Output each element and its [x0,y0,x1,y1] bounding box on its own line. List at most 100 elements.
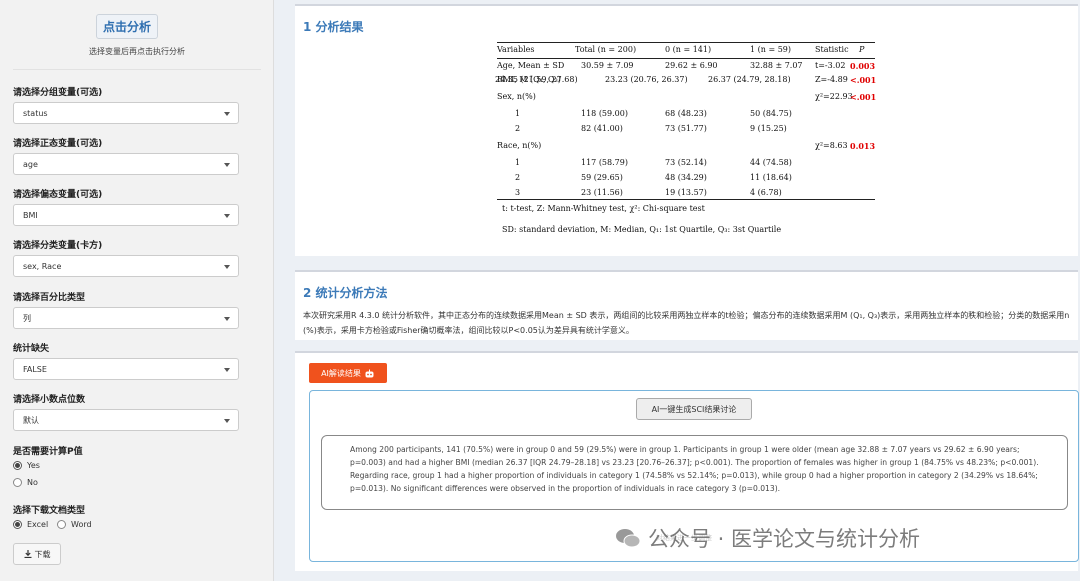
group-variable-select[interactable]: status [13,102,239,124]
select-value: FALSE [23,364,47,374]
decimal-places-select[interactable]: 默认 [13,409,239,431]
table-row: 1 117 (58.79) 73 (52.14) 44 (74.58) [497,158,875,172]
table-cell: 0.003 [850,61,876,71]
download-button[interactable]: 下载 [13,543,61,565]
table-cell: 68 (48.23) [665,109,707,118]
table-row: Age, Mean ± SD 30.59 ± 7.09 29.62 ± 6.90 32… [497,61,875,75]
table-cell: χ²=8.63 [815,141,848,150]
doctype-excel-radio[interactable]: Excel [13,520,48,529]
normal-variable-label: 请选择正态变量(可选) [13,139,103,149]
select-value: BMI [23,210,38,220]
table-cell: 23 (11.56) [581,188,623,197]
doctype-word-radio[interactable]: Word [57,520,92,529]
table-cell: 118 (59.00) [581,109,628,118]
table-cell: Z=-4.89 [815,75,848,84]
header-cell: Variables [497,45,535,54]
table-cell: 2 [515,124,521,133]
table-cell: 24.35 (21.59, 27.68) [495,75,578,84]
skewed-variable-select[interactable]: BMI [13,204,239,226]
table-cell: Age, Mean ± SD [497,61,565,70]
table-cell: 23.23 (20.76, 26.37) [605,75,688,84]
table-cell: 82 (41.00) [581,124,623,133]
table-cell: 26.37 (24.79, 28.18) [708,75,791,84]
ai-button-label: AI解读结果 [321,368,361,378]
table-cell: 73 (51.77) [665,124,707,133]
table-cell: 48 (34.29) [665,173,707,182]
decimal-places-label: 请选择小数点位数 [13,395,86,405]
results-panel: 1 分析结果 Variables Total (n = 200) 0 (n = … [295,4,1078,256]
table-cell: 73 (52.14) [665,158,707,167]
table-footnote-abbrev: SD: standard deviation, M: Median, Q₁: 1… [502,225,782,234]
download-icon [24,550,31,558]
table-footnote-tests: t: t-test, Z: Mann-Whitney test, χ²: Chi… [502,204,705,213]
table-cell: 2 [515,173,521,182]
table-cell: 59 (29.65) [581,173,623,182]
header-cell: Total (n = 200) [575,45,637,54]
radio-label: Word [71,520,92,529]
results-title: 1 分析结果 [303,20,364,34]
methods-text: 本次研究采用R 4.3.0 统计分析软件，其中正态分布的连续数据采用Mean ±… [303,311,1070,335]
select-value: sex, Race [23,261,62,271]
divider [13,69,261,70]
select-value: age [23,159,38,169]
table-top-rule [497,42,875,43]
radio-icon [13,478,22,487]
analyze-hint: 选择变量后再点击执行分析 [89,47,185,56]
pvalue-no-radio[interactable]: No [13,478,38,487]
percent-type-select[interactable]: 列 [13,307,239,329]
ai-interpret-button[interactable]: AI解读结果 [309,363,387,383]
methods-title: 2 统计分析方法 [303,286,388,300]
table-cell: 50 (84.75) [750,109,792,118]
group-variable-label: 请选择分组变量(可选) [13,88,103,98]
missing-stats-select[interactable]: FALSE [13,358,239,380]
caret-down-icon [224,112,230,116]
generate-sci-button[interactable]: AI一键生成SCI结果讨论 [636,398,752,420]
table-cell: 32.88 ± 7.07 [750,61,803,70]
doctype-label: 选择下载文档类型 [13,506,86,516]
ai-result-text: Among 200 participants, 141 (70.5%) were… [321,435,1068,510]
caret-down-icon [224,419,230,423]
caret-down-icon [224,317,230,321]
table-bottom-rule [497,199,875,200]
radio-checked-icon [13,520,22,529]
table-cell: 3 [515,188,521,197]
radio-checked-icon [13,461,22,470]
select-value: 列 [23,313,31,323]
radio-label: Excel [27,520,49,529]
table-cell: 117 (58.79) [581,158,628,167]
table-cell: 29.62 ± 6.90 [665,61,718,70]
radio-label: Yes [27,461,40,470]
ai-panel: AI解读结果 AI一键生成SCI结果讨论 Among 200 participa… [295,351,1079,571]
header-cell: 1 (n = 59) [750,45,791,54]
table-row: 2 59 (29.65) 48 (34.29) 11 (18.64) [497,173,875,187]
watermark: 公众号 · 医学论文与统计分析 [615,523,920,553]
methods-panel: 2 统计分析方法 本次研究采用R 4.3.0 统计分析软件，其中正态分布的连续数… [295,270,1078,340]
caret-down-icon [224,214,230,218]
caret-down-icon [224,163,230,167]
missing-stats-label: 统计缺失 [13,344,50,354]
normal-variable-select[interactable]: age [13,153,239,175]
pvalue-label: 是否需要计算P值 [13,447,83,457]
wechat-icon [616,529,641,548]
table-cell: 19 (13.57) [665,188,707,197]
categorical-variable-label: 请选择分类变量(卡方) [13,241,103,251]
header-cell: Statistic [815,45,849,54]
pvalue-yes-radio[interactable]: Yes [13,461,40,470]
table-header-row: Variables Total (n = 200) 0 (n = 141) 1 … [497,45,875,59]
skewed-variable-label: 请选择偏态变量(可选) [13,190,103,200]
download-label: 下载 [34,549,51,559]
table-row: Sex, n(%) χ²=22.93 <.001 [497,92,876,106]
sidebar: 点击分析 选择变量后再点击执行分析 请选择分组变量(可选) status 请选择… [0,0,274,581]
percent-type-label: 请选择百分比类型 [13,293,86,303]
table-cell: Sex, n(%) [497,92,536,101]
analyze-button[interactable]: 点击分析 [96,14,158,39]
table-cell: 44 (74.58) [750,158,792,167]
select-value: 默认 [23,415,39,425]
table-cell: 30.59 ± 7.09 [581,61,634,70]
table-cell: 9 (15.25) [750,124,787,133]
caret-down-icon [224,368,230,372]
categorical-variable-select[interactable]: sex, Race [13,255,239,277]
header-cell: 0 (n = 141) [665,45,712,54]
header-cell: P [859,45,865,54]
table-cell: 1 [515,109,521,118]
